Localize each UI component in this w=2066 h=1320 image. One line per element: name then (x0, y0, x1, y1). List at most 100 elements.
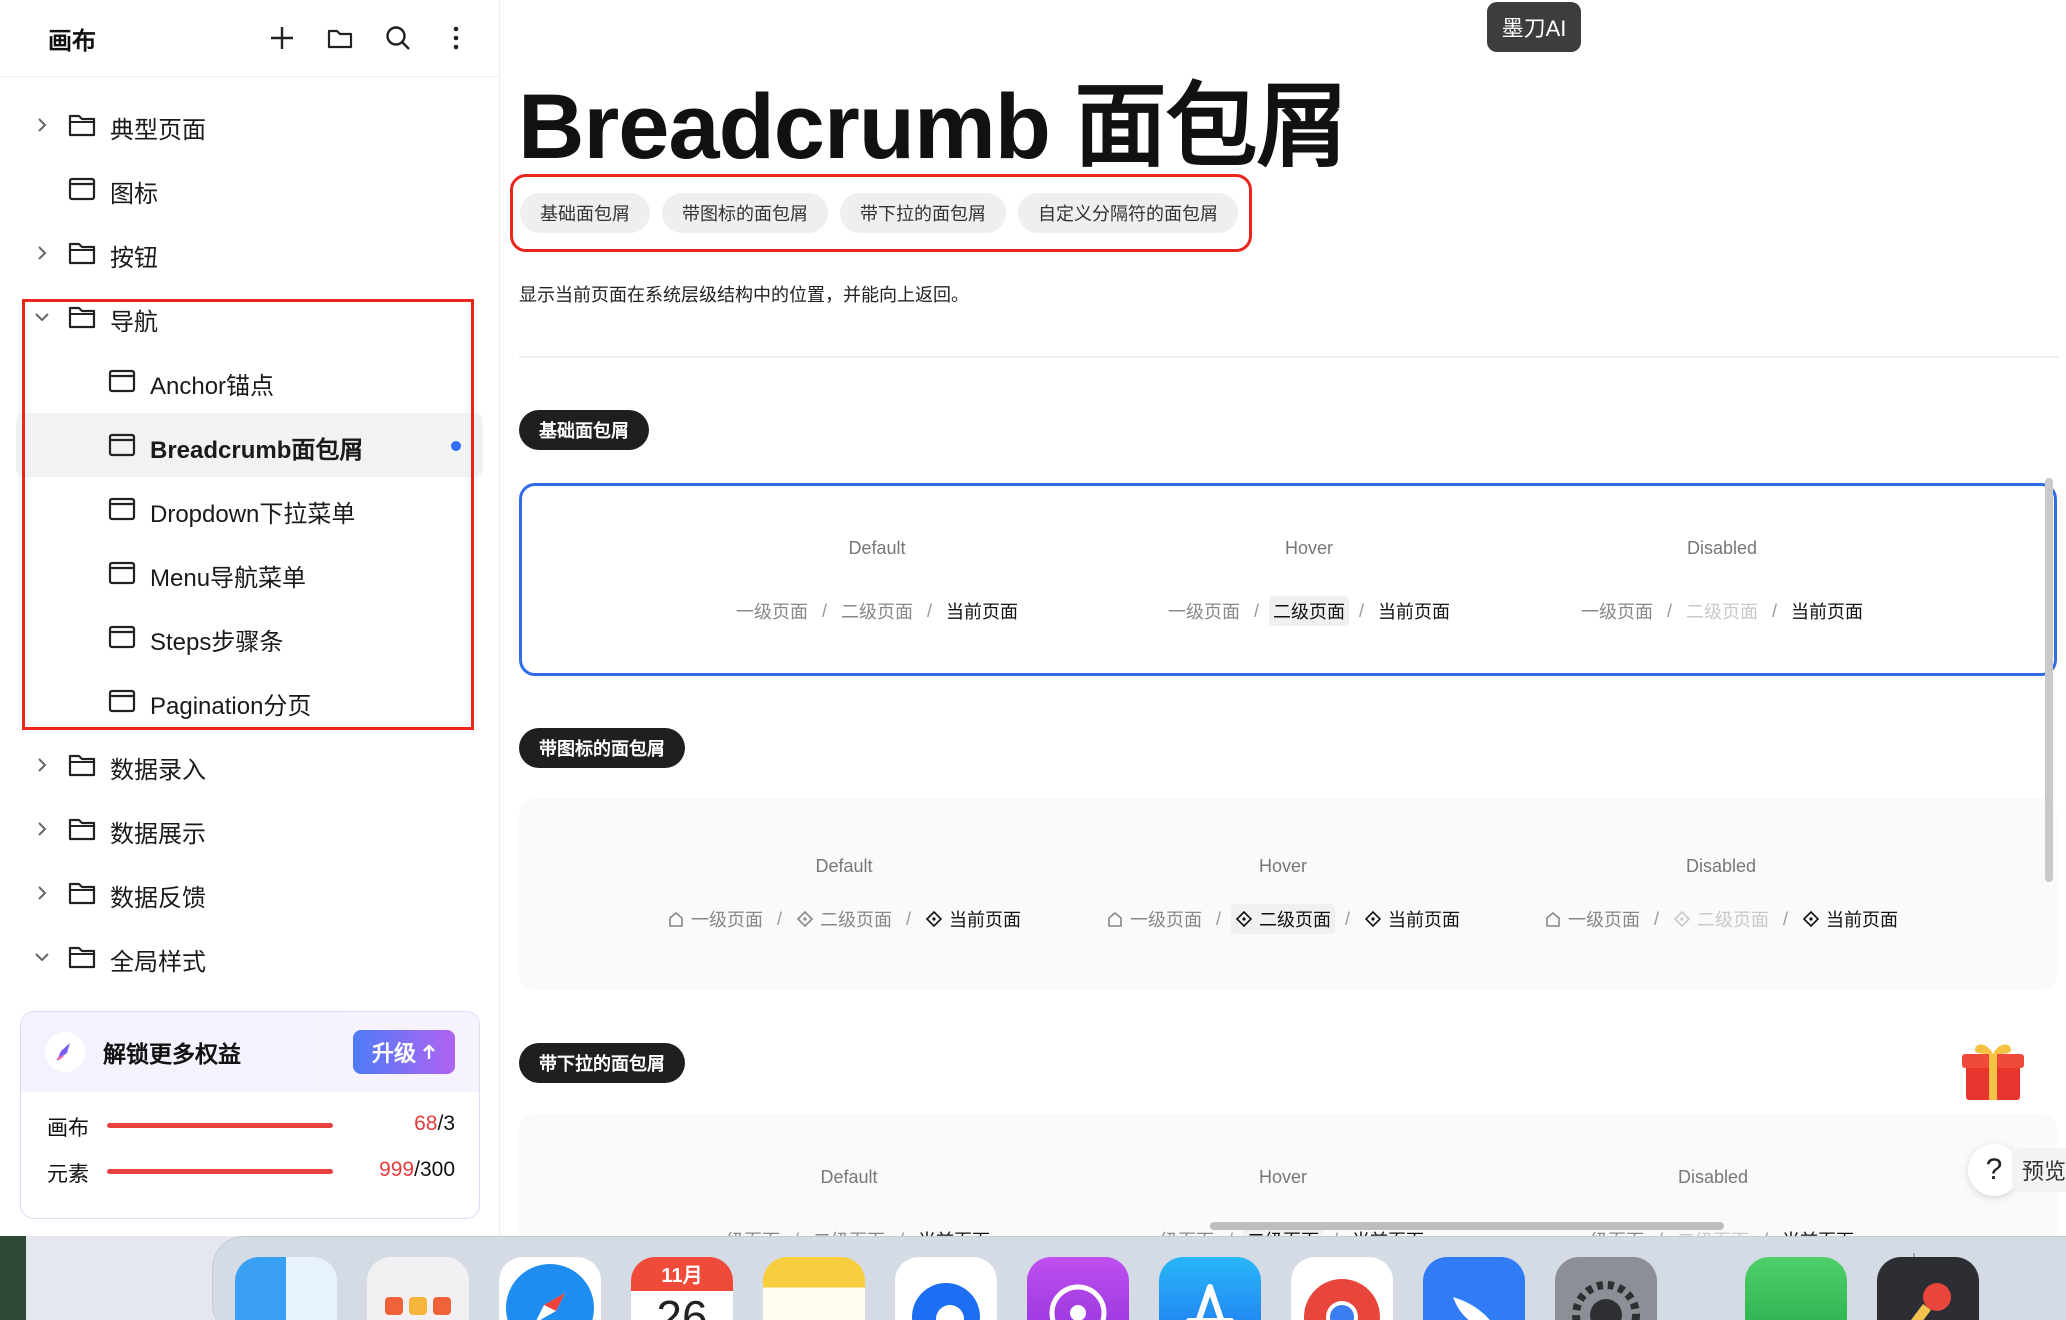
tab-with-dropdown[interactable]: 带下拉的面包屑 (840, 193, 1006, 233)
tree-item-label: 数据展示 (110, 821, 206, 848)
tree-item-label: 全局样式 (110, 949, 206, 976)
breadcrumb-item: 当前页面 (1360, 904, 1464, 934)
podcasts-icon[interactable] (1027, 1257, 1129, 1320)
tree-item[interactable]: 按钮 (0, 221, 499, 285)
breadcrumb-item[interactable]: 二级页面 (809, 1225, 889, 1236)
tab-custom-separator[interactable]: 自定义分隔符的面包屑 (1018, 193, 1238, 233)
folder-icon[interactable] (325, 23, 355, 53)
breadcrumb-item-label: 当前页面 (1388, 910, 1461, 930)
breadcrumb-disabled: 一级页面 / 二级页面 / 当前页面 (1577, 596, 1867, 626)
demo-icon[interactable]: Default 一级页面 / 二级页面 / 当前页面 Hover 一级页面 / 二级页面 / 当前页面… (519, 798, 2057, 990)
breadcrumb-item-label: 二级页面 (820, 910, 892, 930)
breadcrumb-separator: / (1783, 908, 1789, 929)
breadcrumb-item: 二级页面 (1682, 596, 1762, 626)
gift-icon[interactable] (1958, 1034, 2028, 1104)
breadcrumb-item: 二级页面 (1669, 904, 1773, 934)
system-settings-icon[interactable] (1555, 1257, 1657, 1320)
breadcrumb-item-label: 二级页面 (1259, 910, 1331, 930)
demo-basic[interactable]: Default 一级页面 / 二级页面 / 当前页面 Hover 一级页面 / 二级页面 / 当前页面… (519, 483, 2057, 676)
archive-icon[interactable] (1745, 1257, 1847, 1320)
chevron-right-icon[interactable] (32, 819, 52, 839)
breadcrumb-separator: / (1772, 600, 1778, 621)
canvas-quota-bar (107, 1123, 333, 1128)
breadcrumb-item[interactable]: 一级页面 (1577, 596, 1657, 626)
canvas-limit: /3 (437, 1112, 455, 1135)
breadcrumb-item[interactable]: 一级页面 (704, 1225, 784, 1236)
sidebar-toolbar (267, 23, 471, 53)
tree-item-label: 图标 (110, 181, 158, 208)
safari-icon[interactable] (499, 1257, 601, 1320)
search-icon[interactable] (383, 23, 413, 53)
breadcrumb-item-label: 一级页面 (1129, 910, 1202, 930)
chevron-right-icon[interactable] (32, 883, 52, 903)
breadcrumb-item-label: 一级页面 (708, 1227, 780, 1236)
add-icon[interactable] (267, 23, 297, 53)
breadcrumb-hover: 一级页面 / 二级页面 / 当前页面 (1102, 904, 1464, 934)
breadcrumb-item: 当前页面 (1374, 596, 1454, 626)
upgrade-title: 解锁更多权益 (103, 1041, 241, 1067)
tree-item[interactable]: 数据反馈 (0, 861, 499, 925)
sidebar-header: 画布 (0, 0, 499, 77)
tree-item-label: 按钮 (110, 245, 158, 272)
breadcrumb-item[interactable]: 一级页面 (1102, 904, 1206, 934)
canvas-quota-value: 68/3 (414, 1112, 455, 1136)
breadcrumb-item-label: 当前页面 (1782, 1227, 1854, 1236)
preview-button[interactable]: 预览 (2012, 1148, 2066, 1192)
canvas-main: 墨刀AI Breadcrumb 面包屑 基础面包屑 带图标的面包屑 带下拉的面包… (500, 0, 2066, 1236)
chevron-right-icon[interactable] (32, 755, 52, 775)
breadcrumb-item-label: 一级页面 (1167, 602, 1240, 622)
tree-item[interactable]: 数据展示 (0, 797, 499, 861)
tree-item[interactable]: 全局样式 (0, 925, 499, 989)
launchpad-icon[interactable] (367, 1257, 469, 1320)
breadcrumb-item[interactable]: 一级页面 (1164, 596, 1244, 626)
state-label-disabled: Disabled (1677, 1167, 1749, 1187)
demo-dropdown[interactable]: Default一级页面/二级页面/当前页面Hover一级页面/二级页面/当前页面… (519, 1114, 2057, 1236)
breadcrumb-separator: / (776, 908, 782, 929)
breadcrumb-item[interactable]: 二级页面 (1231, 904, 1335, 934)
breadcrumb-item-label: 一级页面 (1580, 602, 1653, 622)
breadcrumb-item-label: 当前页面 (918, 1227, 990, 1236)
upgrade-header: 解锁更多权益 升级 (21, 1012, 479, 1092)
tree-item[interactable]: 典型页面 (0, 93, 499, 157)
state-label-default: Default (815, 856, 873, 876)
breadcrumb-item-label: 一级页面 (735, 602, 808, 622)
breadcrumb-item[interactable]: 一级页面 (732, 596, 812, 626)
breadcrumb-item: 当前页面 (1778, 1225, 1858, 1236)
divider (519, 356, 2059, 358)
calendar-icon[interactable]: 11月 26 (631, 1257, 733, 1320)
breadcrumb-item[interactable]: 二级页面 (1269, 596, 1349, 626)
breadcrumb-item[interactable]: 一级页面 (1540, 904, 1644, 934)
home-icon (669, 911, 683, 927)
horizontal-scrollbar[interactable] (1210, 1222, 1724, 1230)
breadcrumb-item[interactable]: 一级页面 (663, 904, 767, 934)
state-label-hover: Hover (1258, 1167, 1308, 1187)
notes-icon[interactable] (763, 1257, 865, 1320)
vertical-scrollbar[interactable] (2045, 478, 2053, 882)
chevron-down-icon[interactable] (32, 947, 52, 967)
color-picker-icon[interactable] (1877, 1257, 1979, 1320)
breadcrumb-item[interactable]: 二级页面 (792, 904, 896, 934)
upgrade-button[interactable]: 升级 (353, 1030, 455, 1074)
breadcrumb-separator: / (927, 600, 933, 621)
state-label-default: Default (820, 1167, 878, 1187)
state-label-hover: Hover (1284, 538, 1334, 558)
dock: 11月 26 (212, 1236, 2066, 1320)
browser-icon[interactable] (895, 1257, 997, 1320)
finder-icon[interactable] (235, 1257, 337, 1320)
breadcrumb-default: 一级页面 / 二级页面 / 当前页面 (732, 596, 1022, 626)
tab-basic[interactable]: 基础面包屑 (520, 193, 650, 233)
diamond-icon (925, 910, 943, 928)
chevron-right-icon[interactable] (32, 243, 52, 263)
breadcrumb-item[interactable]: 二级页面 (837, 596, 917, 626)
chevron-right-icon[interactable] (32, 115, 52, 135)
more-icon[interactable] (441, 23, 471, 53)
feishu-icon[interactable] (1423, 1257, 1525, 1320)
breadcrumb-item[interactable]: 一级页面 (1138, 1225, 1218, 1236)
tree-item[interactable]: 图标 (0, 157, 499, 221)
tree-item[interactable]: 数据录入 (0, 733, 499, 797)
chrome-icon[interactable] (1291, 1257, 1393, 1320)
tab-with-icon[interactable]: 带图标的面包屑 (662, 193, 828, 233)
ai-badge[interactable]: 墨刀AI (1487, 2, 1581, 52)
macos-dock-area: 11月 26 (0, 1236, 2066, 1320)
app-store-icon[interactable] (1159, 1257, 1261, 1320)
